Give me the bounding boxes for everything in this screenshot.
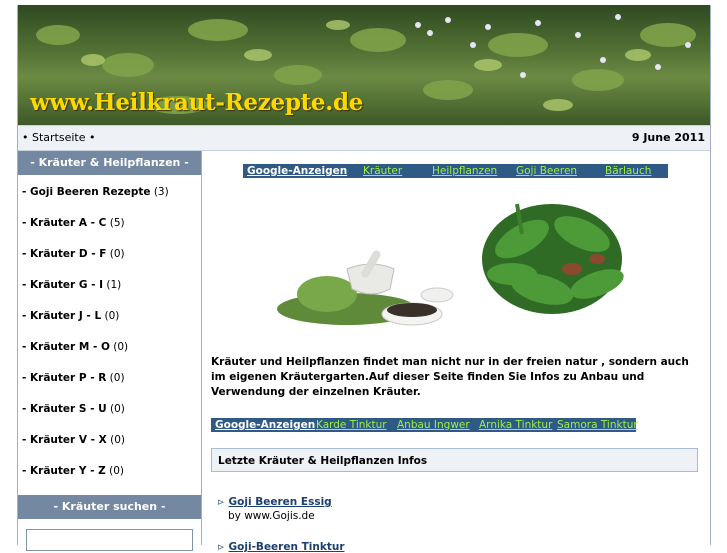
sidebar-heading: - Kräuter & Heilpflanzen - (18, 151, 201, 175)
header-banner: www.Heilkraut-Rezepte.de (18, 5, 710, 125)
intro-text: Kräuter und Heilpflanzen findet man nich… (211, 356, 689, 398)
google-ads-label-2[interactable]: Google-Anzeigen (215, 418, 315, 432)
sidebar-item-s-u[interactable]: - Kräuter S - U (0) (18, 396, 201, 427)
arrow-icon: ⊳ (217, 498, 225, 508)
ad-link-kraeuter[interactable]: Kräuter (363, 164, 402, 178)
main-content: Google-Anzeigen Kräuter Heilpflanzen Goj… (202, 151, 710, 553)
ad-link-karde-tinktur[interactable]: Karde Tinktur (316, 418, 387, 432)
list-item: ⊳ Goji-Beeren Tinktur (217, 541, 345, 553)
herbs-image (277, 203, 624, 326)
site-title[interactable]: www.Heilkraut-Rezepte.de (30, 89, 363, 116)
ad-link-samora-tinktur[interactable]: Samora Tinktur (557, 418, 638, 432)
sidebar-item-v-x[interactable]: - Kräuter V - X (0) (18, 427, 201, 458)
list-item: ⊳ Goji Beeren Essig by www.Gojis.de (217, 496, 332, 522)
latest-heading: Letzte Kräuter & Heilpflanzen Infos (211, 448, 698, 472)
search-heading: - Kräuter suchen - (18, 495, 201, 519)
ad-link-goji-beeren[interactable]: Goji Beeren (516, 164, 577, 178)
page-frame: www.Heilkraut-Rezepte.de • Startseite • … (17, 5, 711, 553)
ad-bar-top: Google-Anzeigen Kräuter Heilpflanzen Goj… (243, 164, 668, 178)
current-date: 9 June 2011 (631, 131, 705, 144)
sidebar: - Kräuter & Heilpflanzen - - Goji Beeren… (18, 151, 202, 551)
sidebar-item-g-i[interactable]: - Kräuter G - I (1) (18, 272, 201, 303)
sidebar-item-goji[interactable]: - Goji Beeren Rezepte (3) (18, 179, 201, 210)
article-source: by www.Gojis.de (228, 510, 315, 522)
breadcrumb-bar: • Startseite • 9 June 2011 (18, 125, 710, 151)
google-ads-label[interactable]: Google-Anzeigen (247, 164, 347, 178)
ad-link-anbau-ingwer[interactable]: Anbau Ingwer (397, 418, 470, 432)
sidebar-item-p-r[interactable]: - Kräuter P - R (0) (18, 365, 201, 396)
ad-bar-middle: Google-Anzeigen Karde Tinktur Anbau Ingw… (211, 418, 638, 432)
sidebar-item-y-z[interactable]: - Kräuter Y - Z (0) (18, 458, 201, 489)
article-link-goji-essig[interactable]: Goji Beeren Essig (229, 496, 332, 508)
sidebar-item-m-o[interactable]: - Kräuter M - O (0) (18, 334, 201, 365)
sidebar-item-j-l[interactable]: - Kräuter J - L (0) (18, 303, 201, 334)
ad-link-heilpflanzen[interactable]: Heilpflanzen (432, 164, 497, 178)
ad-link-baerlauch[interactable]: Bärlauch (605, 164, 651, 178)
breadcrumb[interactable]: • Startseite • (22, 131, 95, 144)
sidebar-item-a-c[interactable]: - Kräuter A - C (5) (18, 210, 201, 241)
ad-link-arnika-tinktur[interactable]: Arnika Tinktur (479, 418, 552, 432)
article-link-goji-tinktur[interactable]: Goji-Beeren Tinktur (229, 541, 345, 553)
category-list: - Goji Beeren Rezepte (3) - Kräuter A - … (18, 179, 201, 489)
search-input[interactable] (26, 529, 193, 551)
sidebar-item-d-f[interactable]: - Kräuter D - F (0) (18, 241, 201, 272)
